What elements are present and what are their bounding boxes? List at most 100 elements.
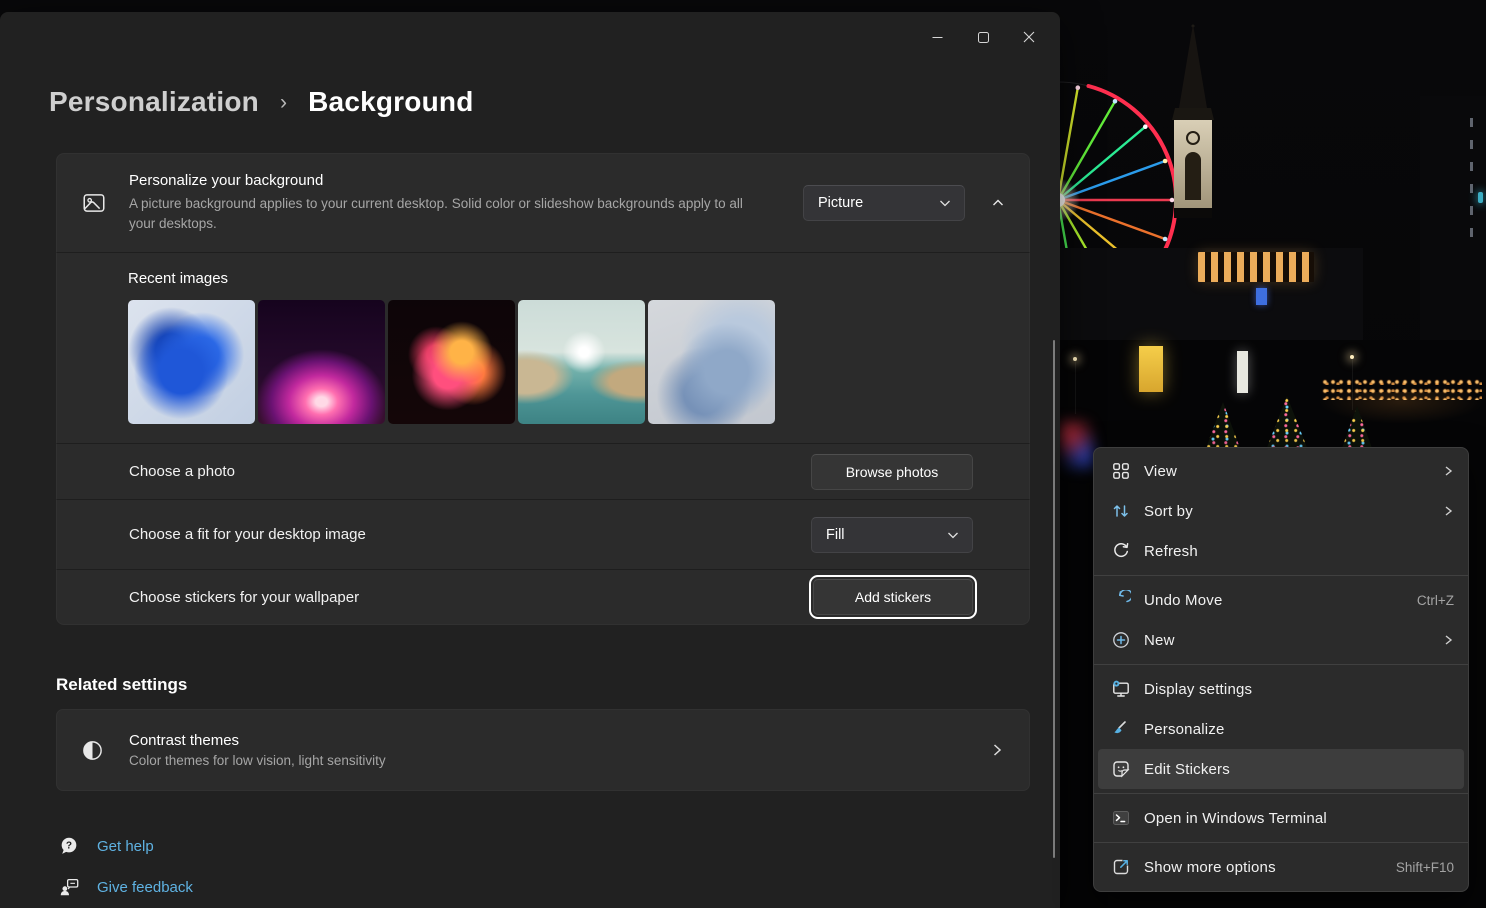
undo-icon (1111, 590, 1131, 610)
fit-dropdown[interactable]: Fill (811, 517, 973, 553)
sort-by-icon (1111, 501, 1131, 521)
close-icon (1023, 31, 1035, 43)
string-lights (1322, 378, 1482, 400)
feedback-person-icon (58, 876, 80, 898)
menu-item-open-windows-terminal[interactable]: Open in Windows Terminal (1098, 798, 1464, 838)
recent-image-thumbnail[interactable] (518, 300, 645, 424)
give-feedback-link[interactable]: Give feedback (58, 876, 193, 898)
show-more-icon (1111, 857, 1131, 877)
row-label: Choose a photo (129, 463, 811, 480)
recent-images-label: Recent images (128, 270, 1005, 287)
personalize-brush-icon (1111, 719, 1131, 739)
display-settings-icon (1111, 679, 1131, 699)
dropdown-value: Fill (826, 527, 845, 543)
building-silhouette (1420, 96, 1486, 358)
menu-item-refresh[interactable]: Refresh (1098, 531, 1464, 571)
background-settings-card: Personalize your background A picture ba… (56, 153, 1030, 625)
menu-item-personalize[interactable]: Personalize (1098, 709, 1464, 749)
white-shop-sign (1237, 351, 1248, 393)
choose-fit-row: Choose a fit for your desktop image Fill (56, 499, 1030, 569)
menu-item-label: Open in Windows Terminal (1144, 810, 1454, 827)
chevron-right-icon (989, 742, 1005, 758)
submenu-chevron-icon (1442, 505, 1454, 517)
submenu-chevron-icon (1442, 634, 1454, 646)
menu-item-label: Undo Move (1144, 592, 1409, 609)
menu-item-label: Sort by (1144, 503, 1442, 520)
give-feedback-label: Give feedback (97, 879, 193, 896)
menu-item-label: Personalize (1144, 721, 1454, 738)
menu-item-edit-stickers[interactable]: Edit Stickers (1098, 749, 1464, 789)
collapse-expander-button[interactable] (991, 196, 1005, 210)
browse-photos-button[interactable]: Browse photos (811, 454, 973, 490)
choose-stickers-row: Choose stickers for your wallpaper Add s… (56, 569, 1030, 625)
contrast-icon (81, 739, 104, 762)
menu-item-display-settings[interactable]: Display settings (1098, 669, 1464, 709)
menu-item-label: Edit Stickers (1144, 761, 1454, 778)
card-description: A picture background applies to your cur… (129, 194, 769, 234)
edit-stickers-icon (1111, 759, 1131, 779)
window-caption-buttons (914, 20, 1052, 54)
submenu-chevron-icon (1442, 465, 1454, 477)
menu-item-undo-move[interactable]: Undo Move Ctrl+Z (1098, 580, 1464, 620)
menu-item-view[interactable]: View (1098, 451, 1464, 491)
minimize-button[interactable] (914, 20, 960, 54)
close-button[interactable] (1006, 20, 1052, 54)
get-help-link[interactable]: ? Get help (58, 835, 154, 857)
chevron-down-icon (938, 196, 952, 210)
svg-text:?: ? (66, 840, 72, 851)
recent-image-thumbnail[interactable] (648, 300, 775, 424)
blue-window-light (1256, 288, 1267, 305)
background-type-dropdown[interactable]: Picture (803, 185, 965, 221)
church-tower-graphic (1167, 22, 1219, 222)
maximize-button[interactable] (960, 20, 1006, 54)
contrast-themes-row[interactable]: Contrast themes Color themes for low vis… (56, 709, 1030, 791)
breadcrumb: Personalization › Background (49, 86, 474, 118)
menu-item-shortcut: Ctrl+Z (1417, 593, 1454, 608)
yellow-shop-sign (1139, 346, 1163, 392)
menu-item-label: View (1144, 463, 1442, 480)
menu-item-label: Refresh (1144, 543, 1454, 560)
lamp-post (1075, 360, 1076, 414)
breadcrumb-parent[interactable]: Personalization (49, 86, 259, 118)
recent-image-thumbnail[interactable] (258, 300, 385, 424)
chevron-down-icon (946, 528, 960, 542)
new-plus-icon (1111, 630, 1131, 650)
terminal-icon (1111, 808, 1131, 828)
menu-separator (1094, 793, 1468, 794)
lit-windows-row (1198, 252, 1314, 282)
breadcrumb-chevron-icon: › (280, 91, 287, 115)
page-title: Background (308, 86, 473, 118)
chevron-up-icon (991, 196, 1005, 210)
menu-item-sort-by[interactable]: Sort by (1098, 491, 1464, 531)
street-lamp-light (1350, 355, 1354, 359)
settings-window: Personalization › Background Personalize… (0, 12, 1060, 908)
minimize-icon (932, 32, 943, 43)
related-settings-heading: Related settings (56, 675, 187, 695)
help-bubble-icon: ? (58, 835, 80, 857)
contrast-themes-title: Contrast themes (129, 732, 989, 749)
row-label: Choose a fit for your desktop image (129, 526, 811, 543)
choose-photo-row: Choose a photo Browse photos (56, 443, 1030, 499)
card-title: Personalize your background (129, 172, 803, 189)
vertical-scrollbar[interactable] (1053, 340, 1055, 858)
menu-item-show-more-options[interactable]: Show more options Shift+F10 (1098, 847, 1464, 887)
street-lamp-light (1073, 357, 1077, 361)
personalize-background-expander[interactable]: Personalize your background A picture ba… (56, 153, 1030, 252)
recent-image-thumbnail[interactable] (388, 300, 515, 424)
desktop-context-menu: View Sort by Refresh Undo Move Ctrl+Z (1093, 447, 1469, 892)
menu-item-label: Show more options (1144, 859, 1388, 876)
dropdown-value: Picture (818, 195, 863, 211)
recent-image-thumbnail[interactable] (128, 300, 255, 424)
menu-item-label: Display settings (1144, 681, 1454, 698)
picture-icon (81, 190, 107, 216)
menu-item-shortcut: Shift+F10 (1396, 860, 1454, 875)
menu-item-new[interactable]: New (1098, 620, 1464, 660)
add-stickers-button[interactable]: Add stickers (813, 579, 973, 615)
recent-images-section: Recent images (56, 252, 1030, 443)
maximize-icon (978, 32, 989, 43)
menu-separator (1094, 664, 1468, 665)
blurred-colored-lights (1060, 420, 1094, 470)
menu-separator (1094, 842, 1468, 843)
menu-item-label: New (1144, 632, 1442, 649)
cyan-light (1478, 192, 1483, 203)
